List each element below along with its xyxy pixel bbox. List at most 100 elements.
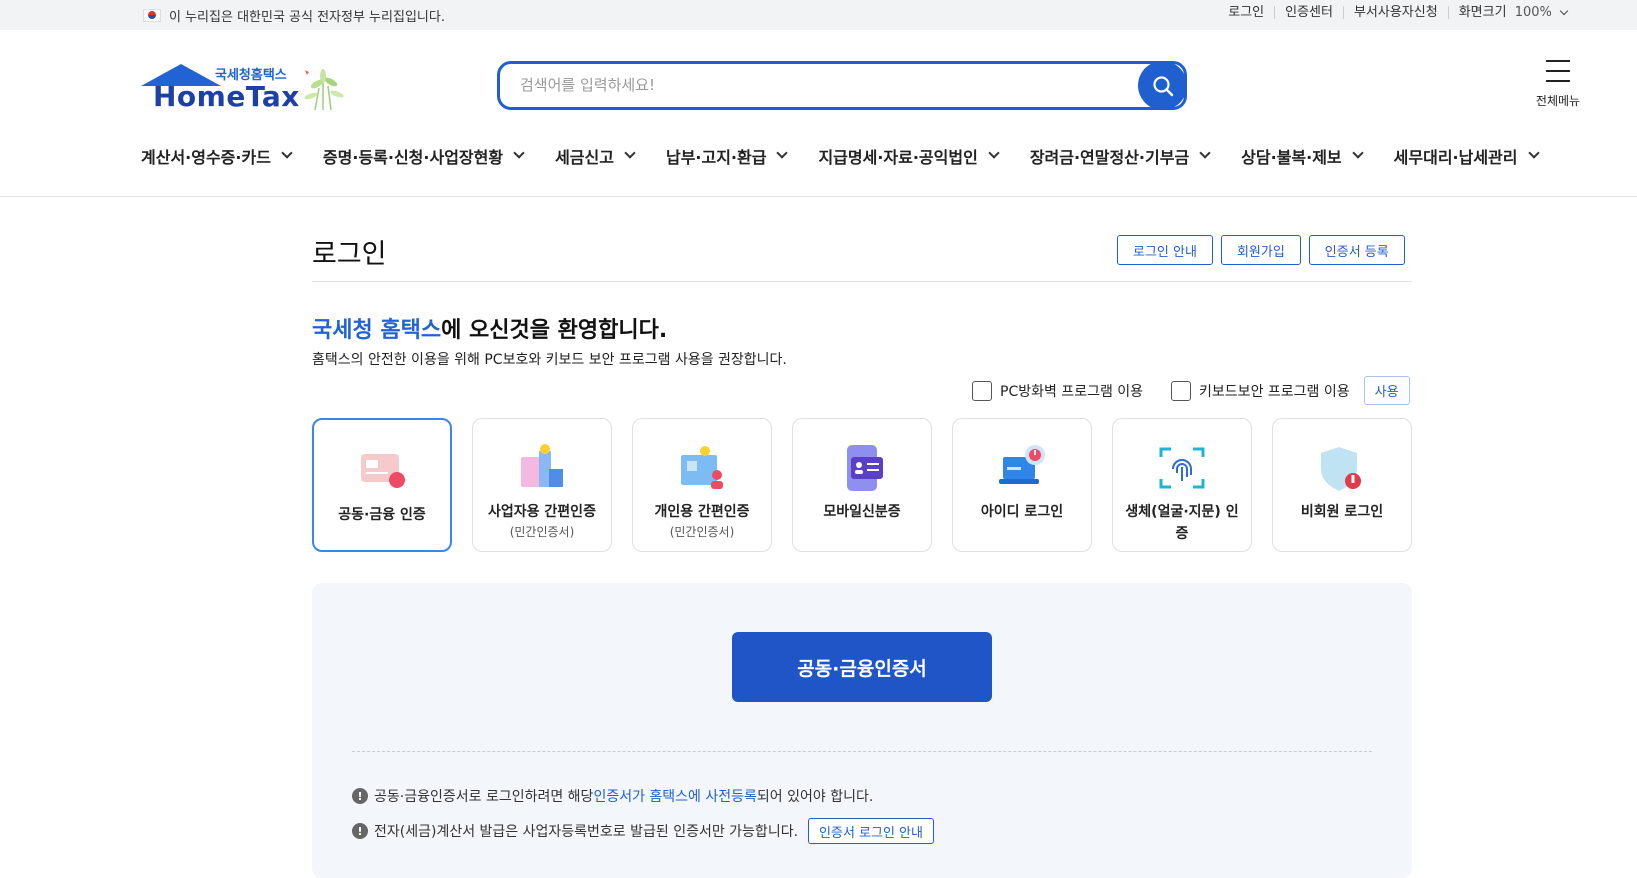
card-sublabel: (민간인증서): [509, 525, 575, 539]
exclamation-icon: !: [352, 788, 368, 804]
gov-notice-text: 이 누리집은 대한민국 공식 전자정부 누리집입니다.: [169, 10, 445, 25]
search-bar: [497, 61, 1187, 110]
note-preregistration: ! 공동·금융인증서로 로그인하려면 해당 인증서가 홈택스에 사전등록 되어 있…: [352, 786, 873, 806]
cert-center-link[interactable]: 인증센터: [1274, 6, 1343, 19]
all-menu-label: 전체메뉴: [1535, 94, 1581, 108]
welcome-subtext: 홈택스의 안전한 이용을 위해 PC보호와 키보드 보안 프로그램 사용을 권장…: [312, 352, 787, 368]
chevron-down-icon: [1351, 147, 1364, 159]
pc-firewall-option[interactable]: PC방화벽 프로그램 이용: [972, 380, 1144, 401]
search-box: [497, 61, 1187, 110]
zoom-value: 100%: [1514, 5, 1552, 20]
nav-label: 지급명세·자료·공익법인: [818, 148, 978, 167]
note-invoice-cert: ! 전자(세금)계산서 발급은 사업자등록번호로 발급된 인증서만 가능합니다.…: [352, 818, 934, 844]
keyboard-security-checkbox[interactable]: [1171, 380, 1192, 401]
nav-label: 장려금·연말정산·기부금: [1029, 148, 1190, 167]
search-input[interactable]: [520, 76, 1110, 94]
welcome-highlight: 국세청 홈택스: [312, 318, 442, 343]
note-text: 전자(세금)계산서 발급은 사업자등록번호로 발급된 인증서만 가능합니다.: [374, 824, 799, 840]
card-personal-simple-auth[interactable]: 개인용 간편인증 (민간인증서): [632, 418, 772, 552]
option-label: PC방화벽 프로그램 이용: [1000, 383, 1144, 400]
use-button[interactable]: 사용: [1363, 376, 1410, 405]
gov-banner: 이 누리집은 대한민국 공식 전자정부 누리집입니다. 로그인 인증센터 부서사…: [0, 0, 1637, 30]
search-button[interactable]: [1138, 61, 1187, 110]
dept-user-link[interactable]: 부서사용자신청: [1342, 6, 1448, 19]
login-method-cards: 공동·금융 인증 사업자용 간편인증 (민간인증서) 개인용 간편인증 (민간인…: [312, 418, 1412, 552]
mobile-id-icon: [847, 445, 883, 491]
nav-item-tax-report[interactable]: 세금신고: [555, 144, 636, 168]
logo-main-text: HomeTax: [153, 80, 300, 113]
exclamation-icon: !: [352, 823, 368, 839]
note-text: 되어 있어야 합니다.: [756, 789, 874, 805]
search-icon: [1152, 75, 1173, 96]
nav-divider: [0, 196, 1637, 197]
chevron-down-icon: [1559, 6, 1569, 16]
chevron-down-icon: [624, 147, 636, 159]
nav-item-payment[interactable]: 납부·고지·환급: [665, 144, 789, 168]
joint-financial-cert-login-button[interactable]: 공동·금융인증서: [732, 632, 992, 702]
hometax-logo[interactable]: 국세청홈택스 HomeTax: [141, 60, 361, 116]
nav-item-certificate[interactable]: 증명·등록·신청·사업장현황: [322, 144, 525, 168]
signup-button[interactable]: 회원가입: [1220, 235, 1301, 265]
card-sublabel: (민간인증서): [669, 525, 735, 539]
cert-login-guide-button[interactable]: 인증서 로그인 안내: [808, 818, 934, 844]
laptop-power-icon: [999, 445, 1045, 484]
chevron-down-icon: [988, 147, 1000, 159]
card-business-simple-auth[interactable]: 사업자용 간편인증 (민간인증서): [472, 418, 612, 552]
preregistration-link[interactable]: 인증서가 홈택스에 사전등록: [593, 786, 756, 806]
nav-item-consult[interactable]: 상담·불복·제보: [1241, 144, 1364, 168]
card-id-login[interactable]: 아이디 로그인: [952, 418, 1092, 552]
chevron-down-icon: [776, 147, 789, 159]
card-joint-financial-cert[interactable]: 공동·금융 인증: [312, 418, 452, 552]
card-mobile-id[interactable]: 모바일신분증: [792, 418, 932, 552]
nav-label: 상담·불복·제보: [1241, 148, 1342, 167]
utility-links: 로그인 인증센터 부서사용자신청 화면크기 100%: [1218, 6, 1577, 19]
nav-label: 납부·고지·환급: [665, 148, 767, 167]
business-building-icon: [521, 444, 563, 487]
title-actions: 로그인 안내 회원가입 인증서 등록: [1117, 235, 1405, 265]
welcome-rest: 에 오신것을 환영합니다.: [441, 318, 668, 343]
login-guide-button[interactable]: 로그인 안내: [1117, 235, 1213, 265]
certificate-card-icon: [361, 454, 405, 488]
nav-label: 세금신고: [555, 148, 614, 167]
card-guest-login[interactable]: 비회원 로그인: [1272, 418, 1412, 552]
chevron-down-icon: [1527, 147, 1540, 159]
card-label: 비회원 로그인: [1300, 504, 1384, 520]
login-link[interactable]: 로그인: [1218, 6, 1274, 19]
zoom-label: 화면크기: [1458, 5, 1507, 20]
card-label: 개인용 간편인증: [654, 504, 750, 520]
nav-label: 증명·등록·신청·사업장현황: [322, 148, 504, 167]
card-label: 아이디 로그인: [980, 504, 1064, 520]
nav-item-statement[interactable]: 지급명세·자료·공익법인: [818, 144, 1000, 168]
pc-firewall-checkbox[interactable]: [972, 380, 992, 401]
cert-register-button[interactable]: 인증서 등록: [1308, 235, 1405, 265]
panel-divider: [352, 751, 1372, 752]
fingerprint-icon: [1159, 447, 1205, 489]
all-menu-button[interactable]: 전체메뉴: [1530, 60, 1586, 109]
hamburger-icon: [1546, 60, 1570, 82]
chevron-down-icon: [281, 147, 293, 159]
card-label: 생체(얼굴·지문) 인증: [1125, 504, 1239, 542]
korea-flag-icon: [143, 9, 161, 22]
nav-item-agent[interactable]: 세무대리·납세관리: [1393, 144, 1540, 168]
shield-icon: [1321, 447, 1361, 491]
chevron-down-icon: [513, 147, 525, 159]
option-label: 키보드보안 프로그램 이용: [1199, 383, 1350, 400]
gov-notice: 이 누리집은 대한민국 공식 전자정부 누리집입니다.: [143, 6, 445, 25]
card-biometric-auth[interactable]: 생체(얼굴·지문) 인증: [1112, 418, 1252, 552]
zoom-control[interactable]: 화면크기 100%: [1447, 5, 1577, 20]
login-panel: 공동·금융인증서 ! 공동·금융인증서로 로그인하려면 해당 인증서가 홈택스에…: [312, 583, 1412, 878]
nav-item-incentive[interactable]: 장려금·연말정산·기부금: [1029, 144, 1211, 168]
title-divider: [312, 281, 1412, 282]
nav-label: 세무대리·납세관리: [1393, 148, 1518, 167]
note-text: 공동·금융인증서로 로그인하려면 해당: [374, 789, 594, 805]
welcome-heading: 국세청 홈택스에 오신것을 환영합니다.: [312, 312, 667, 344]
card-label: 공동·금융 인증: [338, 507, 426, 523]
plant-icon: [304, 69, 344, 111]
keyboard-security-option[interactable]: 키보드보안 프로그램 이용: [1171, 380, 1350, 401]
personal-auth-icon: [681, 446, 723, 489]
card-label: 사업자용 간편인증: [488, 504, 596, 520]
security-options: PC방화벽 프로그램 이용 키보드보안 프로그램 이용 사용: [972, 376, 1410, 405]
main-nav: 계산서·영수증·카드 증명·등록·신청·사업장현황 세금신고 납부·고지·환급 …: [141, 144, 1591, 168]
nav-item-invoice[interactable]: 계산서·영수증·카드: [141, 144, 293, 168]
nav-label: 계산서·영수증·카드: [141, 148, 271, 167]
